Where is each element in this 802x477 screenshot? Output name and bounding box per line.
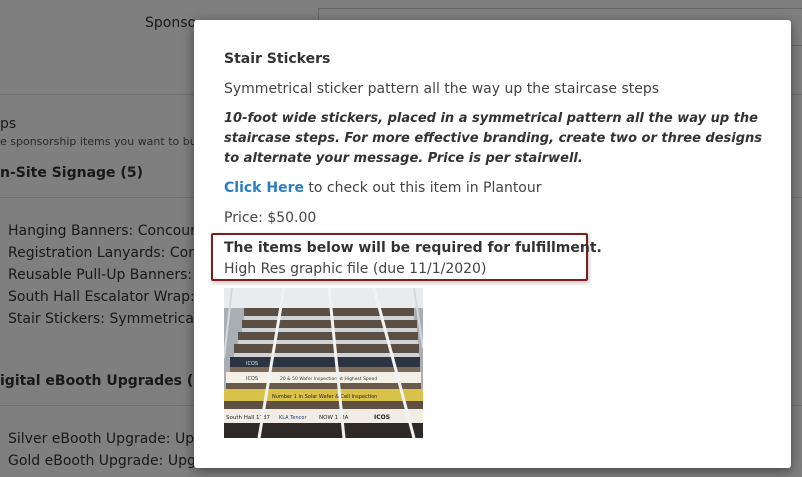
long-description: 10-foot wide stickers, placed in a symme… — [224, 111, 763, 166]
requirements-heading: The items below will be required for ful… — [224, 240, 602, 256]
plantour-link-row: Click Here to check out this item in Pla… — [224, 180, 542, 196]
sticker-text: 20 & 50 Wafer Inspection at Highest Spee… — [280, 376, 377, 382]
click-here-link[interactable]: Click Here — [224, 180, 304, 196]
sticker-text: Number 1 in Solar Wafer & Cell Inspectio… — [272, 394, 377, 400]
sticker-brand-text: ICOS — [246, 361, 258, 367]
sticker-brand-text: ICOS — [374, 414, 390, 421]
sticker-text: NOW 1 MA — [319, 415, 349, 421]
item-details-modal: Stair Stickers Symmetrical sticker patte… — [194, 20, 791, 468]
stair-stickers-image: ICOS 20 & 50 Wafer Inspection at Highest… — [224, 288, 423, 438]
modal-title: Stair Stickers — [224, 51, 331, 67]
sticker-brand-text: ICOS — [246, 376, 258, 382]
link-suffix-text: to check out this item in Plantour — [303, 180, 542, 196]
short-description: Symmetrical sticker pattern all the way … — [224, 81, 660, 97]
item-price: Price: $50.00 — [224, 210, 317, 226]
sticker-text: KLA Tencor — [279, 415, 307, 421]
requirement-item: High Res graphic file (due 11/1/2020) — [224, 261, 487, 277]
